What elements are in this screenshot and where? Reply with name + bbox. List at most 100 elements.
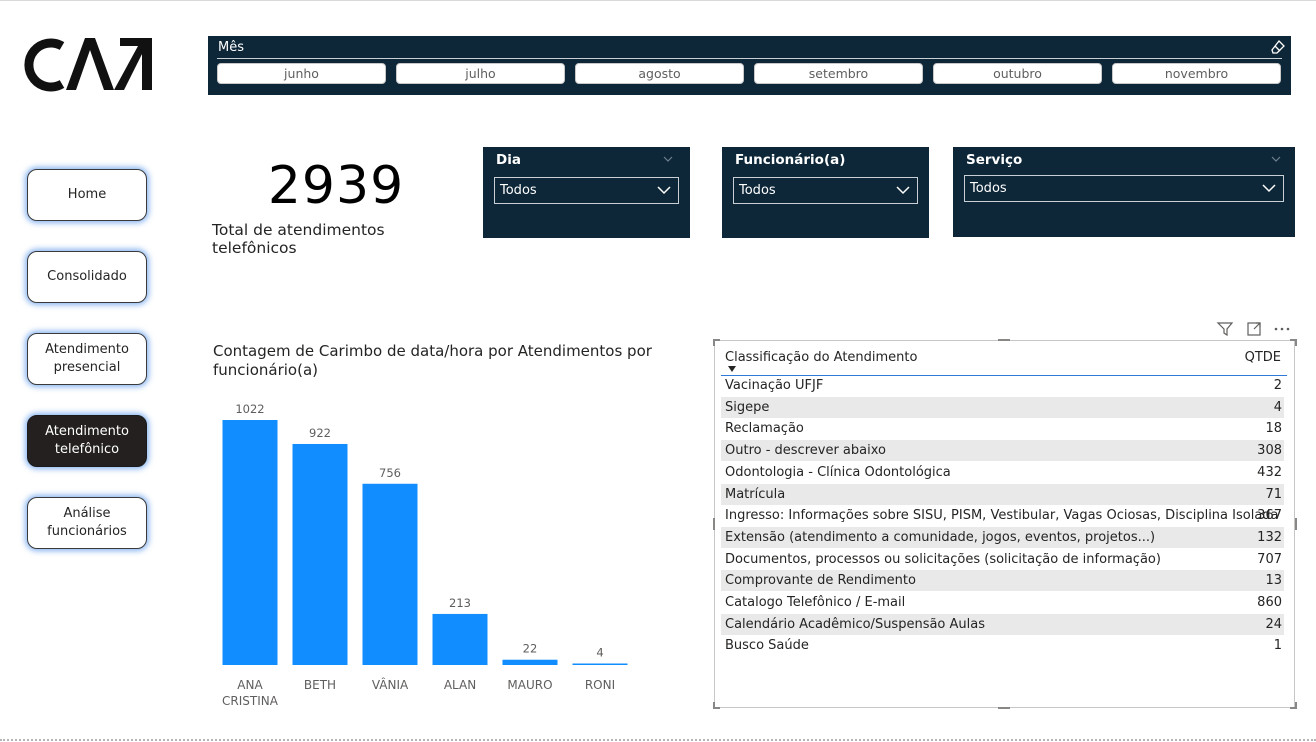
x-axis-tick-label: MAURO	[507, 678, 552, 692]
chevron-down-icon[interactable]	[663, 156, 673, 162]
eraser-icon[interactable]	[1271, 40, 1285, 54]
cell-qtde: 4	[1273, 399, 1282, 415]
page-bottom-border	[0, 739, 1316, 741]
servico-slicer-title: Serviço	[966, 152, 1023, 168]
table-row[interactable]: Vacinação UFJF 2	[721, 375, 1284, 396]
cell-classificacao: Ingresso: Informações sobre SISU, PISM, …	[725, 508, 1279, 524]
table-row[interactable]: Ingresso: Informações sobre SISU, PISM, …	[721, 505, 1284, 526]
table-row[interactable]: Comprovante de Rendimento 13	[721, 570, 1284, 592]
bar-data-label: 22	[523, 642, 538, 656]
column-header-qtde[interactable]: QTDE	[1245, 350, 1281, 365]
month-option-outubro[interactable]: outubro	[933, 63, 1102, 84]
cell-classificacao: Outro - descrever abaixo	[725, 443, 886, 459]
cell-classificacao: Extensão (atendimento a comunidade, jogo…	[725, 529, 1156, 545]
month-option-julho[interactable]: julho	[396, 63, 565, 84]
cell-classificacao: Reclamação	[725, 421, 804, 437]
resize-handle[interactable]	[1295, 339, 1297, 346]
x-axis-tick-label: ANA	[237, 678, 263, 692]
filter-icon[interactable]	[1216, 322, 1234, 337]
month-slicer-title: Mês	[218, 40, 244, 55]
kpi-total-label: Total de atendimentos telefônicos	[212, 221, 385, 257]
month-option-junho[interactable]: junho	[217, 63, 386, 84]
cell-classificacao: Comprovante de Rendimento	[725, 573, 916, 589]
resize-handle[interactable]	[998, 339, 1010, 341]
nav-atendimento-telefonico-label: Atendimento telefônico	[45, 424, 129, 457]
cell-classificacao: Catalogo Telefônico / E-mail	[725, 595, 906, 610]
cell-qtde: 2	[1273, 378, 1282, 393]
ca7-logo	[24, 38, 152, 92]
chart-title: Contagem de Carimbo de data/hora por Ate…	[213, 342, 652, 379]
resize-handle[interactable]	[713, 518, 715, 530]
sort-descending-icon	[728, 366, 736, 372]
table-header: Classificação do Atendimento QTDE	[721, 349, 1287, 376]
nav-analise-funcionarios-label: Análise funcionários	[47, 506, 127, 539]
table-row[interactable]: Sigepe 4	[721, 396, 1284, 418]
funcionario-dropdown-value: Todos	[739, 183, 776, 198]
table-row[interactable]: Catalogo Telefônico / E-mail 860	[721, 592, 1284, 613]
table-row[interactable]: Busco Saúde 1	[721, 635, 1284, 656]
nav-atendimento-presencial-button[interactable]: Atendimento presencial	[27, 333, 147, 385]
month-option-novembro[interactable]: novembro	[1112, 63, 1281, 84]
bar-data-label: 922	[309, 426, 331, 440]
bar-data-label: 213	[449, 596, 471, 610]
month-option-agosto[interactable]: agosto	[575, 63, 744, 84]
table-row[interactable]: Outro - descrever abaixo 308	[721, 440, 1284, 462]
column-header-classificacao[interactable]: Classificação do Atendimento	[725, 350, 917, 365]
x-axis-tick-label: BETH	[304, 678, 336, 692]
cell-qtde: 18	[1265, 421, 1282, 437]
dia-slicer-title: Dia	[496, 152, 521, 168]
servico-dropdown[interactable]: Todos	[964, 175, 1284, 202]
table-row[interactable]: Calendário Acadêmico/Suspensão Aulas 24	[721, 613, 1284, 635]
x-axis-tick-label: CRISTINA	[222, 694, 279, 708]
nav-home-button[interactable]: Home	[27, 169, 147, 221]
cell-qtde: 24	[1265, 616, 1282, 632]
cell-qtde: 132	[1257, 529, 1282, 545]
resize-handle[interactable]	[713, 702, 715, 709]
resize-handle[interactable]	[998, 707, 1010, 709]
cell-classificacao: Calendário Acadêmico/Suspensão Aulas	[725, 616, 985, 632]
table-row[interactable]: Odontologia - Clínica Odontológica 432	[721, 462, 1284, 483]
bar-ana-cristina[interactable]	[222, 420, 278, 665]
cell-qtde: 308	[1257, 443, 1282, 459]
resize-handle[interactable]	[1295, 518, 1297, 530]
month-option-setembro[interactable]: setembro	[754, 63, 923, 84]
cell-classificacao: Sigepe	[725, 399, 770, 415]
cell-classificacao: Busco Saúde	[725, 638, 809, 654]
bar-data-label: 4	[596, 646, 603, 660]
chevron-down-icon	[657, 186, 671, 195]
nav-analise-funcionarios-button[interactable]: Análise funcionários	[27, 497, 147, 549]
chevron-down-icon	[896, 186, 910, 195]
page-top-border	[0, 0, 1316, 1]
table-row[interactable]: Extensão (atendimento a comunidade, jogo…	[721, 526, 1284, 548]
nav-atendimento-telefonico-button[interactable]: Atendimento telefônico	[27, 415, 147, 467]
cell-classificacao: Documentos, processos ou solicitações (s…	[725, 551, 1161, 567]
bar-beth[interactable]	[292, 443, 348, 665]
x-axis-tick-label: VÂNIA	[372, 677, 409, 692]
chevron-down-icon[interactable]	[1271, 156, 1281, 162]
dia-dropdown-value: Todos	[500, 183, 537, 198]
cell-qtde: 432	[1257, 464, 1282, 480]
dia-dropdown[interactable]: Todos	[494, 177, 679, 204]
cell-qtde: 860	[1257, 595, 1282, 610]
focus-mode-icon[interactable]	[1247, 322, 1261, 336]
month-slicer-divider	[217, 58, 1282, 59]
cell-qtde: 71	[1265, 486, 1282, 502]
bar-vânia[interactable]	[362, 483, 418, 665]
cell-qtde: 1	[1273, 638, 1282, 654]
table-row[interactable]: Reclamação 18	[721, 418, 1284, 439]
nav-consolidado-button[interactable]: Consolidado	[27, 251, 147, 303]
bar-alan[interactable]	[432, 613, 488, 665]
cell-qtde: 367	[1257, 508, 1282, 524]
table-row[interactable]: Matrícula 71	[721, 483, 1284, 505]
bar-roni[interactable]	[572, 663, 628, 666]
bar-mauro[interactable]	[502, 659, 558, 665]
table-row[interactable]: Documentos, processos ou solicitações (s…	[721, 549, 1284, 570]
bar-chart: 1022 ANA CRISTINA 922 BETH 756 VÂNIA 213 ALAN 22 M…	[222, 402, 628, 708]
funcionario-dropdown[interactable]: Todos	[733, 177, 918, 204]
resize-handle[interactable]	[1295, 702, 1297, 709]
classification-table: Classificação do Atendimento QTDE Vacina…	[714, 340, 1295, 708]
more-options-icon[interactable]	[1274, 327, 1290, 331]
nav-consolidado-label: Consolidado	[47, 269, 127, 284]
servico-dropdown-value: Todos	[970, 181, 1007, 196]
resize-handle[interactable]	[713, 339, 715, 346]
